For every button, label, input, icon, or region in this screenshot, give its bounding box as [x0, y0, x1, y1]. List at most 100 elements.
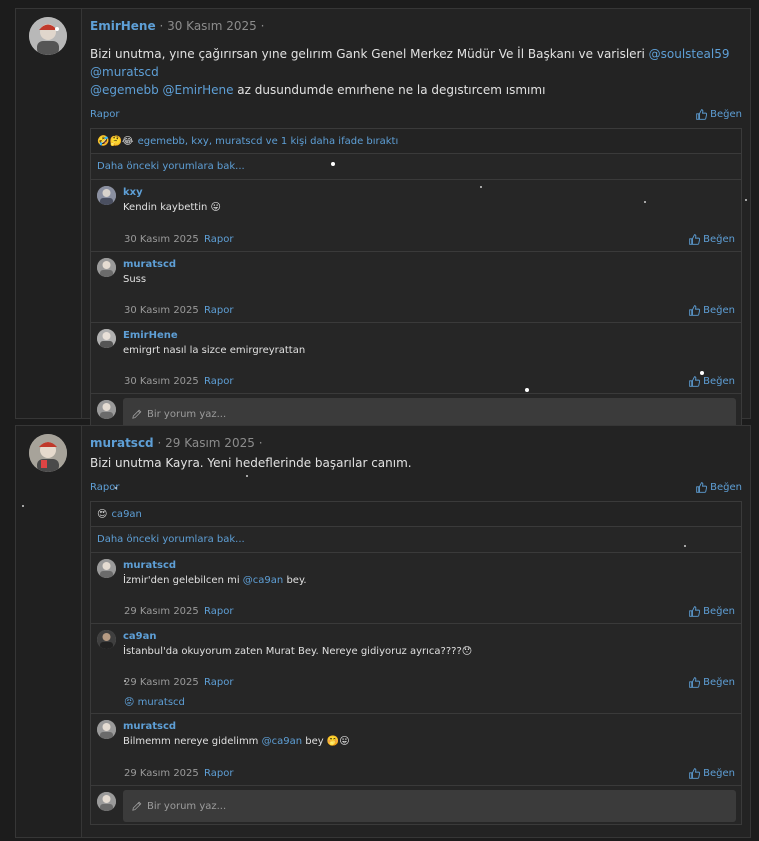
like-label: Beğen	[703, 234, 735, 245]
comment-author[interactable]: muratscd	[123, 559, 735, 572]
comment-avatar[interactable]	[97, 720, 116, 739]
comment-footer: 30 Kasım 2025 Rapor Beğen	[124, 305, 735, 316]
thumbs-up-icon	[689, 305, 701, 316]
report-link[interactable]: Rapor	[204, 305, 233, 316]
comment-footer: 29 Kasım 2025 Rapor Beğen	[124, 768, 735, 779]
post-avatar-column	[16, 9, 82, 418]
like-button[interactable]: Beğen	[696, 109, 742, 120]
comment-date: 29 Kasım 2025	[124, 677, 199, 688]
mention-link[interactable]: @soulsteal59	[649, 47, 730, 61]
comment: muratscd Suss 30 Kasım 2025 Rapor Beğen	[90, 251, 742, 322]
load-more-comments[interactable]: Daha önceki yorumlara bak...	[90, 526, 742, 552]
post-card: EmirHene · 30 Kasım 2025 · Bizi unutma, …	[15, 8, 751, 433]
comment-date: 29 Kasım 2025	[124, 768, 199, 779]
thumbs-up-icon	[689, 606, 701, 617]
comment-author[interactable]: muratscd	[123, 258, 735, 271]
report-link[interactable]: Rapor	[90, 109, 119, 120]
like-label: Beğen	[703, 305, 735, 316]
comment-text-segment: bey.	[283, 575, 307, 586]
mention-link[interactable]: @egemebb	[90, 83, 159, 97]
like-label: Beğen	[703, 376, 735, 387]
load-more-comments[interactable]: Daha önceki yorumlara bak...	[90, 153, 742, 179]
comment-text: emirgrt nasıl la sizce emirgreyrattan	[123, 345, 306, 356]
comment-text-segment: İzmir'den gelebilcen mi	[123, 575, 243, 586]
post-date-sep: ·	[159, 19, 168, 33]
comment-date: 29 Kasım 2025	[124, 606, 199, 617]
report-link[interactable]: Rapor	[204, 606, 233, 617]
report-link[interactable]: Rapor	[204, 768, 233, 779]
post-header: muratscd · 29 Kasım 2025 ·	[90, 434, 742, 452]
thumbs-up-icon	[689, 376, 701, 387]
comment-footer: 29 Kasım 2025 Rapor Beğen	[124, 606, 735, 617]
comment: muratscd Bilmemm nereye gidelimm @ca9an …	[90, 713, 742, 785]
comment-avatar[interactable]	[97, 630, 116, 649]
post-text: Bizi unutma Kayra. Yeni hedeflerinde baş…	[90, 454, 742, 472]
mention-link[interactable]: @EmirHene	[163, 83, 234, 97]
report-link[interactable]: Rapor	[204, 234, 233, 245]
comment-date: 30 Kasım 2025	[124, 305, 199, 316]
comment-avatar[interactable]	[97, 258, 116, 277]
comments-section: 😍 ca9an Daha önceki yorumlara bak... mur…	[90, 501, 742, 825]
reaction-emojis: 😍	[97, 508, 108, 520]
post-date-sep: ·	[258, 436, 263, 450]
report-link[interactable]: Rapor	[204, 677, 233, 688]
comments-section: 🤣🤔😂 egemebb, kxy, muratscd ve 1 kişi dah…	[90, 128, 742, 433]
like-button[interactable]: Beğen	[696, 482, 742, 493]
like-label: Beğen	[710, 108, 742, 120]
comment-text: İstanbul'da okuyorum zaten Murat Bey. Ne…	[123, 646, 473, 657]
like-button[interactable]: Beğen	[689, 234, 735, 245]
like-button[interactable]: Beğen	[689, 305, 735, 316]
reply-box	[90, 785, 742, 825]
comment-date: 30 Kasım 2025	[124, 376, 199, 387]
like-label: Beğen	[703, 606, 735, 617]
like-button[interactable]: Beğen	[689, 677, 735, 688]
comment: kxy Kendin kaybettin 😛 30 Kasım 2025 Rap…	[90, 179, 742, 251]
thumbs-up-icon	[689, 234, 701, 245]
reactions-summary[interactable]: 😍 ca9an	[90, 501, 742, 526]
comment: EmirHene emirgrt nasıl la sizce emirgrey…	[90, 322, 742, 393]
comment-author[interactable]: ca9an	[123, 630, 735, 643]
report-link[interactable]: Rapor	[204, 376, 233, 387]
comment-text: Kendin kaybettin 😛	[123, 202, 221, 213]
post-text-segment: az dusundumde emırhene ne la degıstırcem…	[233, 83, 546, 97]
like-button[interactable]: Beğen	[689, 376, 735, 387]
avatar[interactable]	[29, 434, 67, 472]
like-button[interactable]: Beğen	[689, 768, 735, 779]
comment-reaction[interactable]: 😡 muratscd	[124, 697, 185, 708]
comment-avatar[interactable]	[97, 329, 116, 348]
post-author[interactable]: EmirHene	[90, 19, 156, 33]
reply-avatar	[97, 792, 116, 811]
like-label: Beğen	[710, 481, 742, 493]
post-text-segment: Bizi unutma, yıne çağırırsan yıne gelırı…	[90, 47, 649, 61]
post-actions: Rapor Beğen	[90, 476, 742, 498]
comment-author[interactable]: muratscd	[123, 720, 735, 733]
comment-text: Bilmemm nereye gidelimm @ca9an bey 🤭😛	[123, 734, 735, 749]
thumbs-up-icon	[689, 768, 701, 779]
comment-avatar[interactable]	[97, 186, 116, 205]
post-date-sep: ·	[260, 19, 265, 33]
reactions-summary[interactable]: 🤣🤔😂 egemebb, kxy, muratscd ve 1 kişi dah…	[90, 128, 742, 153]
comment-author[interactable]: EmirHene	[123, 329, 735, 342]
post-text: Bizi unutma, yıne çağırırsan yıne gelırı…	[90, 45, 742, 99]
report-link[interactable]: Rapor	[90, 482, 119, 493]
comment-text: İzmir'den gelebilcen mi @ca9an bey.	[123, 573, 735, 588]
reactions-text[interactable]: egemebb, kxy, muratscd ve 1 kişi daha if…	[138, 136, 399, 147]
comment-input[interactable]	[123, 790, 736, 822]
comment-avatar[interactable]	[97, 559, 116, 578]
post-author[interactable]: muratscd	[90, 436, 154, 450]
thumbs-up-icon	[696, 108, 708, 120]
mention-link[interactable]: @ca9an	[243, 575, 283, 586]
reactions-text[interactable]: ca9an	[111, 509, 141, 520]
mention-link[interactable]: @ca9an	[262, 736, 302, 747]
comment-date: 30 Kasım 2025	[124, 234, 199, 245]
comment-footer: 30 Kasım 2025 Rapor Beğen	[124, 376, 735, 387]
mention-link[interactable]: @muratscd	[90, 65, 159, 79]
comment: ca9an İstanbul'da okuyorum zaten Murat B…	[90, 623, 742, 713]
thumbs-up-icon	[689, 677, 701, 688]
post-card: muratscd · 29 Kasım 2025 · Bizi unutma K…	[15, 425, 751, 838]
comment-author[interactable]: kxy	[123, 186, 735, 199]
like-button[interactable]: Beğen	[689, 606, 735, 617]
post-actions: Rapor Beğen	[90, 103, 742, 125]
reaction-emojis: 🤣🤔😂	[97, 135, 134, 147]
avatar[interactable]	[29, 17, 67, 55]
